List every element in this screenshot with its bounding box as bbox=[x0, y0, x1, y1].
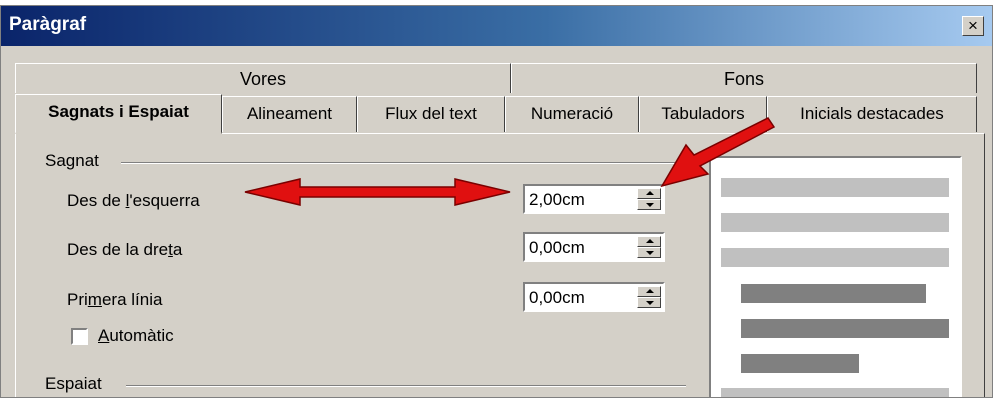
indent-group-divider bbox=[121, 162, 686, 164]
title-bar[interactable]: Paràgraf × bbox=[1, 6, 992, 46]
right-indent-spinner[interactable]: 0,00cm bbox=[523, 232, 665, 262]
spacing-group-label: Espaiat bbox=[45, 374, 102, 393]
tab-flux-del-text[interactable]: Flux del text bbox=[357, 96, 505, 132]
tab-alineament[interactable]: Alineament bbox=[222, 96, 357, 132]
tab-vores[interactable]: Vores bbox=[15, 63, 511, 93]
close-icon: × bbox=[968, 16, 978, 35]
preview-indented-line bbox=[741, 319, 949, 338]
spacing-group-divider bbox=[126, 385, 686, 387]
left-indent-label: Des de l'esquerra bbox=[67, 191, 200, 210]
preview-line bbox=[721, 248, 949, 267]
indent-preview bbox=[709, 156, 962, 397]
close-button[interactable]: × bbox=[962, 16, 984, 36]
spin-down-icon[interactable] bbox=[637, 199, 661, 210]
left-indent-value[interactable]: 2,00cm bbox=[529, 190, 585, 210]
spin-up-icon[interactable] bbox=[637, 236, 661, 247]
tab-fons[interactable]: Fons bbox=[511, 63, 977, 93]
spin-up-icon[interactable] bbox=[637, 188, 661, 199]
tab-tabuladors[interactable]: Tabuladors bbox=[639, 96, 767, 132]
preview-indented-line bbox=[741, 354, 859, 373]
right-indent-value[interactable]: 0,00cm bbox=[529, 238, 585, 258]
tab-sagnats-i-espaiat[interactable]: Sagnats i Espaiat bbox=[15, 94, 222, 134]
preview-line bbox=[721, 213, 949, 232]
preview-indented-line bbox=[741, 284, 926, 303]
right-indent-label: Des de la dreta bbox=[67, 240, 183, 259]
first-line-value[interactable]: 0,00cm bbox=[529, 288, 585, 308]
preview-line bbox=[721, 178, 949, 197]
automatic-checkbox[interactable] bbox=[71, 328, 88, 345]
tab-numeracio[interactable]: Numeració bbox=[505, 96, 639, 132]
first-line-spinner[interactable]: 0,00cm bbox=[523, 282, 665, 312]
paragraph-dialog: Paràgraf × Vores Fons Sagnats i Espaiat … bbox=[0, 5, 993, 398]
indent-group-label: Sagnat bbox=[45, 151, 99, 170]
automatic-label[interactable]: Automàtic bbox=[98, 326, 174, 346]
tab-inicials-destacades[interactable]: Inicials destacades bbox=[767, 96, 977, 132]
spin-down-icon[interactable] bbox=[637, 297, 661, 308]
left-indent-spinner[interactable]: 2,00cm bbox=[523, 184, 665, 214]
first-line-label: Primera línia bbox=[67, 290, 163, 309]
spin-up-icon[interactable] bbox=[637, 286, 661, 297]
spin-down-icon[interactable] bbox=[637, 247, 661, 258]
dialog-title: Paràgraf bbox=[9, 14, 87, 35]
preview-line bbox=[721, 388, 949, 397]
